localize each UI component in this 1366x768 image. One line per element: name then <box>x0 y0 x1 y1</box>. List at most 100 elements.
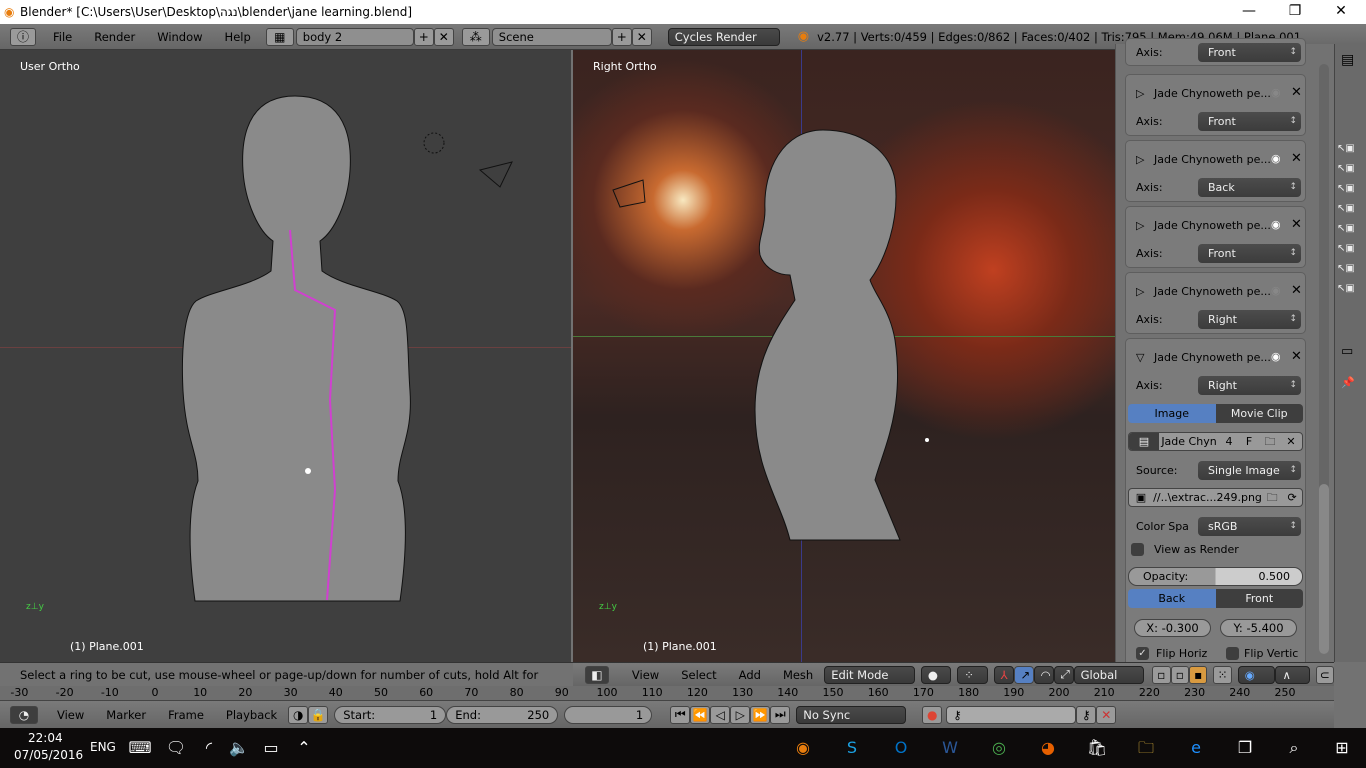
axis-select[interactable]: Front <box>1198 112 1301 131</box>
menu-frame[interactable]: Frame <box>157 708 215 722</box>
pin-icon[interactable]: 📌 <box>1341 376 1355 389</box>
expand-arrow-icon[interactable]: ▷ <box>1136 219 1144 232</box>
eye-icon[interactable]: ◉ <box>1271 152 1281 165</box>
show-hidden-icons-icon[interactable]: ⌃ <box>291 736 317 760</box>
falloff-icon[interactable]: ∧ <box>1275 665 1310 684</box>
timeline-ruler[interactable]: -30 -20 -10 0 10 20 30 40 50 60 70 80 90 100 110 120 130… <box>0 686 1334 701</box>
image-name-field[interactable]: Jade Chyn <box>1159 433 1219 450</box>
add-scene-button[interactable]: + <box>611 27 632 46</box>
restrict-icons[interactable]: ↖▣ ↖▣ ↖▣ ↖▣ ↖▣ ↖▣ ↖▣ ↖▣ <box>1337 139 1355 299</box>
axis-select[interactable]: Right <box>1198 310 1301 329</box>
clock-time[interactable]: 22:04 <box>28 731 63 745</box>
menu-render[interactable]: Render <box>83 30 146 44</box>
expand-arrow-icon[interactable]: ▷ <box>1136 87 1144 100</box>
add-screen-button[interactable]: + <box>413 27 434 46</box>
menu-window[interactable]: Window <box>146 30 213 44</box>
viewport-right[interactable]: Right Ortho z⊥y (1) Plane.001 <box>573 50 1115 662</box>
proportional-edit-icon[interactable]: ◉ <box>1237 665 1276 684</box>
skype-icon[interactable]: S <box>839 736 865 760</box>
remove-icon[interactable]: ✕ <box>1291 151 1302 166</box>
remove-scene-button[interactable]: ✕ <box>631 27 652 46</box>
record-icon[interactable]: ● <box>922 705 943 724</box>
maximize-button[interactable]: ❐ <box>1272 0 1318 24</box>
vertex-select-icon[interactable]: ▫ <box>1152 665 1171 684</box>
axis-select[interactable]: Front <box>1198 244 1301 263</box>
properties-scrollbar[interactable] <box>1319 64 1329 654</box>
word-icon[interactable]: W <box>937 736 963 760</box>
pivot-icon[interactable]: ⁘ <box>957 665 988 684</box>
viewport-left[interactable]: User Ortho z⊥y (1) Plane.001 <box>0 50 571 662</box>
menu-add[interactable]: Add <box>728 668 772 682</box>
translate-icon[interactable]: ↗ <box>1013 665 1034 684</box>
menu-view[interactable]: View <box>46 708 95 722</box>
menu-playback[interactable]: Playback <box>215 708 288 722</box>
flip-vertical-checkbox[interactable] <box>1226 647 1239 660</box>
jump-keyframe-back-icon[interactable]: ⏪ <box>690 705 711 724</box>
filepath-field[interactable]: //..\extrac...249.png <box>1153 489 1262 506</box>
insert-keyframe-icon[interactable]: ⚷ <box>1076 705 1097 724</box>
image-browse-icon[interactable]: ▤ <box>1129 433 1159 450</box>
info-editor-icon[interactable]: ⓘ <box>10 27 36 46</box>
current-frame-field[interactable]: 1 <box>564 705 653 724</box>
tab-movie-clip[interactable]: Movie Clip <box>1215 404 1303 423</box>
chrome-icon[interactable]: ◎ <box>986 736 1012 760</box>
scene-icon[interactable]: ⁂ <box>461 27 490 46</box>
edge-select-icon[interactable]: ▫ <box>1170 665 1189 684</box>
face-select-icon[interactable]: ▪ <box>1188 665 1208 684</box>
expand-arrow-icon[interactable]: ▷ <box>1136 153 1144 166</box>
tab-back[interactable]: Back <box>1128 589 1216 608</box>
users-count[interactable]: 4 <box>1219 433 1239 450</box>
blender-taskbar-icon[interactable]: ◉ <box>790 736 816 760</box>
jump-end-icon[interactable]: ⏭ <box>770 705 791 724</box>
volume-icon[interactable]: 🔈 <box>226 736 252 760</box>
shading-icon[interactable]: ● <box>920 665 952 684</box>
axis-select[interactable]: Back <box>1198 178 1301 197</box>
unlink-icon[interactable]: ✕ <box>1281 433 1301 450</box>
jump-start-icon[interactable]: ⏮ <box>670 705 691 724</box>
rotate-icon[interactable]: ◠ <box>1033 665 1054 684</box>
battery-icon[interactable]: ▭ <box>258 736 284 760</box>
notifications-icon[interactable]: 🗨 <box>163 736 189 760</box>
flip-horizontal-checkbox[interactable]: ✓ <box>1136 647 1149 660</box>
sync-select[interactable]: No Sync <box>796 705 907 724</box>
collapse-arrow-icon[interactable]: ▽ <box>1136 351 1144 364</box>
file-explorer-icon[interactable]: 🗀 <box>1133 736 1159 760</box>
keyboard-icon[interactable]: ⌨ <box>127 736 153 760</box>
menu-help[interactable]: Help <box>214 30 262 44</box>
offset-x-field[interactable]: X: -0.300 <box>1134 619 1211 637</box>
render-engine-select[interactable]: Cycles Render <box>667 27 780 46</box>
store-icon[interactable]: 🛍 <box>1084 736 1110 760</box>
orientation-select[interactable]: Global <box>1073 665 1145 684</box>
menu-file[interactable]: File <box>42 30 83 44</box>
remove-icon[interactable]: ✕ <box>1291 349 1302 364</box>
eye-icon[interactable]: ◉ <box>1271 218 1281 231</box>
eye-icon[interactable]: ◉ <box>1271 350 1281 363</box>
remove-icon[interactable]: ✕ <box>1291 217 1302 232</box>
close-button[interactable]: ✕ <box>1318 0 1364 24</box>
offset-y-field[interactable]: Y: -5.400 <box>1220 619 1297 637</box>
menu-select[interactable]: Select <box>670 668 727 682</box>
scene-name-field[interactable]: Scene <box>491 27 612 46</box>
eye-hidden-icon[interactable]: ◉ <box>1271 86 1281 99</box>
mode-select[interactable]: Edit Mode <box>824 665 915 684</box>
remove-screen-button[interactable]: ✕ <box>433 27 454 46</box>
axis-select[interactable]: Right <box>1198 376 1301 395</box>
firefox-icon[interactable]: ◕ <box>1035 736 1061 760</box>
wifi-icon[interactable]: ◜ <box>196 736 222 760</box>
properties-editor-icon[interactable]: ▭ <box>1341 344 1353 359</box>
end-frame-field[interactable]: End: 250 <box>446 705 559 724</box>
remove-icon[interactable]: ✕ <box>1291 283 1302 298</box>
open-folder-icon[interactable]: 🗀 <box>1259 433 1281 450</box>
menu-marker[interactable]: Marker <box>95 708 157 722</box>
source-select[interactable]: Single Image <box>1198 461 1301 480</box>
timeline-editor-icon[interactable]: ◔ <box>10 705 38 724</box>
axis-select[interactable]: Front <box>1198 43 1301 62</box>
clock-date[interactable]: 07/05/2016 <box>14 748 83 762</box>
keying-set-field[interactable]: ⚷ <box>946 705 1077 724</box>
play-reverse-icon[interactable]: ◁ <box>710 705 731 724</box>
opacity-slider[interactable]: Opacity: 0.500 <box>1128 567 1303 586</box>
screen-layout-icon[interactable]: ▦ <box>265 27 294 46</box>
start-frame-field[interactable]: Start: 1 <box>334 705 447 724</box>
edge-icon[interactable]: e <box>1183 736 1209 760</box>
snap-icon[interactable]: ⊂ <box>1315 665 1334 684</box>
